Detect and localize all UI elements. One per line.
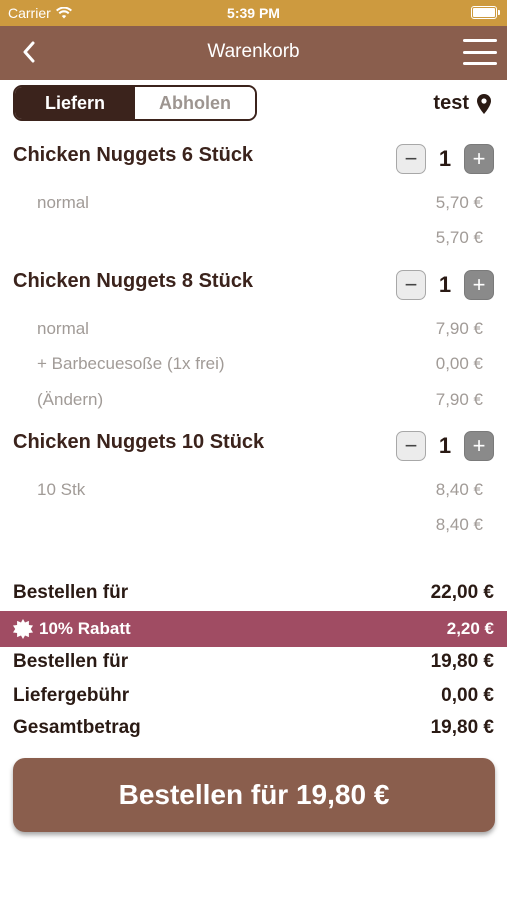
store-selector[interactable]: test <box>433 92 491 115</box>
option-price: 5,70 € <box>435 193 483 212</box>
item-total-price: 7,90 € <box>435 390 483 409</box>
increase-quantity-button[interactable]: + <box>464 270 494 300</box>
after-discount-row: Bestellen für 19,80 € <box>13 648 494 676</box>
cart-item-option: normal 7,90 € <box>37 319 483 343</box>
cart-item-edit-row: (Ändern) 7,90 € <box>37 390 483 414</box>
subtotal-value: 22,00 € <box>430 582 494 603</box>
cart-item-option: 10 Stk 8,40 € <box>37 480 483 504</box>
cart-item-option: normal 5,70 € <box>37 193 483 217</box>
after-discount-value: 19,80 € <box>430 651 494 672</box>
after-discount-label: Bestellen für <box>13 651 129 672</box>
increase-quantity-button[interactable]: + <box>464 431 494 461</box>
store-name: test <box>433 92 469 114</box>
total-label: Gesamtbetrag <box>13 717 141 738</box>
quantity-value: 1 <box>438 433 452 458</box>
segment-abholen[interactable]: Abholen <box>135 87 255 119</box>
item-total-price: 8,40 € <box>435 515 483 534</box>
quantity-stepper: − 1 + <box>396 431 496 461</box>
option-price: 8,40 € <box>435 480 483 499</box>
total-row: Gesamtbetrag 19,80 € <box>13 714 494 742</box>
delivery-fee-row: Liefergebühr 0,00 € <box>13 682 494 710</box>
increase-quantity-button[interactable]: + <box>464 144 494 174</box>
cart-item-title: Chicken Nuggets 10 Stück <box>13 431 265 453</box>
cart-item-extra: + Barbecuesoße (1x frei) 0,00 € <box>37 354 483 378</box>
extra-price: 0,00 € <box>435 354 483 373</box>
option-label: normal <box>37 193 89 212</box>
delivery-fee-value: 0,00 € <box>441 685 494 706</box>
hamburger-menu-icon[interactable] <box>463 39 497 65</box>
cart-item-total: 8,40 € <box>37 515 483 539</box>
discount-value: 2,20 € <box>446 619 494 638</box>
quantity-stepper: − 1 + <box>396 144 496 174</box>
total-value: 19,80 € <box>430 717 494 738</box>
location-pin-icon <box>477 93 491 114</box>
status-bar: Carrier 5:39 PM <box>0 0 507 26</box>
subtotal-row: Bestellen für 22,00 € <box>13 579 494 607</box>
decrease-quantity-button[interactable]: − <box>396 431 426 461</box>
delivery-mode-toggle: Liefern Abholen <box>13 85 257 121</box>
clock: 5:39 PM <box>227 5 280 21</box>
nav-bar: Warenkorb <box>0 26 507 80</box>
place-order-button[interactable]: Bestellen für 19,80 € <box>13 758 495 832</box>
discount-label: 10% Rabatt <box>39 619 131 638</box>
cart-item-total: 5,70 € <box>37 228 483 252</box>
decrease-quantity-button[interactable]: − <box>396 270 426 300</box>
quantity-value: 1 <box>438 272 452 297</box>
discount-banner: 10% Rabatt 2,20 € <box>0 611 507 647</box>
quantity-value: 1 <box>438 146 452 171</box>
option-price: 7,90 € <box>435 319 483 338</box>
decrease-quantity-button[interactable]: − <box>396 144 426 174</box>
battery-icon <box>471 6 500 19</box>
option-label: normal <box>37 319 89 338</box>
extra-label: + Barbecuesoße (1x frei) <box>37 354 225 373</box>
segment-liefern[interactable]: Liefern <box>15 87 135 119</box>
item-total-price: 5,70 € <box>435 228 483 247</box>
quantity-stepper: − 1 + <box>396 270 496 300</box>
discount-badge-icon <box>13 619 33 639</box>
cart-item-title: Chicken Nuggets 6 Stück <box>13 144 254 166</box>
delivery-fee-label: Liefergebühr <box>13 685 130 706</box>
edit-item-link[interactable]: (Ändern) <box>37 390 103 414</box>
subtotal-label: Bestellen für <box>13 582 129 603</box>
page-title: Warenkorb <box>207 41 300 62</box>
option-label: 10 Stk <box>37 480 86 499</box>
cart-item-title: Chicken Nuggets 8 Stück <box>13 270 254 292</box>
